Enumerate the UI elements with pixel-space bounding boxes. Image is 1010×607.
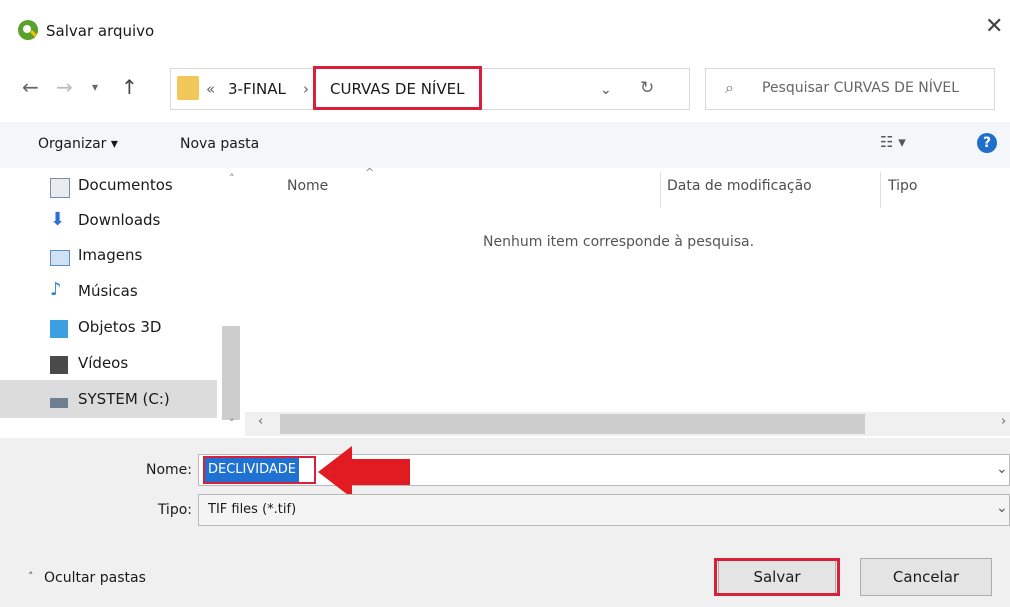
up-arrow-icon[interactable]: ↑	[121, 75, 138, 99]
view-options-icon[interactable]: ☷ ▾	[880, 133, 906, 151]
hide-folders-button[interactable]: Ocultar pastas	[44, 570, 146, 586]
close-icon[interactable]: ✕	[985, 14, 1003, 39]
type-dropdown-icon[interactable]: ⌄	[996, 500, 1008, 516]
horizontal-scrollbar-thumb[interactable]	[280, 414, 865, 434]
sidebar-item-objetos-3d[interactable]: Objetos 3D	[50, 312, 230, 346]
forward-arrow-icon[interactable]: →	[56, 75, 73, 99]
refresh-icon[interactable]: ↻	[640, 78, 654, 98]
file-name-highlight	[203, 456, 316, 484]
new-folder-button[interactable]: Nova pasta	[180, 136, 259, 152]
sidebar-item-system-c[interactable]: SYSTEM (C:)	[50, 384, 230, 418]
cancel-button[interactable]: Cancelar	[860, 558, 992, 596]
address-dropdown-icon[interactable]: ⌄	[600, 82, 612, 98]
documents-icon	[50, 178, 70, 198]
sidebar-item-videos[interactable]: Vídeos	[50, 348, 230, 382]
back-arrow-icon[interactable]: ←	[22, 75, 39, 99]
search-input[interactable]: Pesquisar CURVAS DE NÍVEL	[762, 80, 959, 96]
scroll-left-icon[interactable]: ‹	[258, 414, 263, 429]
breadcrumb-3-final[interactable]: 3-FINAL	[228, 80, 286, 98]
column-header-tipo[interactable]: Tipo	[888, 178, 917, 194]
red-arrow-pointer	[318, 446, 410, 498]
name-label: Nome:	[145, 462, 192, 478]
file-type-select[interactable]	[198, 494, 1010, 526]
scroll-right-icon[interactable]: ›	[1001, 414, 1006, 429]
name-dropdown-icon[interactable]: ⌄	[996, 461, 1008, 477]
organize-button[interactable]: Organizar ▾	[38, 136, 118, 152]
save-button-highlight	[714, 558, 840, 596]
breadcrumb-highlight	[313, 66, 482, 110]
qgis-icon	[18, 20, 38, 40]
column-divider[interactable]	[880, 172, 881, 208]
sidebar-item-downloads[interactable]: ⬇ Downloads	[50, 205, 230, 239]
help-icon[interactable]: ?	[977, 133, 997, 153]
sort-indicator-icon: ^	[365, 166, 375, 179]
drive-icon	[50, 398, 68, 408]
sidebar-item-documentos[interactable]: Documentos	[50, 170, 230, 204]
type-label: Tipo:	[157, 502, 192, 518]
column-header-nome[interactable]: Nome	[287, 178, 328, 194]
search-icon: ⌕	[725, 78, 734, 97]
chevron-up-icon[interactable]: ˄	[28, 570, 34, 583]
downloads-icon: ⬇	[50, 209, 66, 230]
objects-3d-icon	[50, 320, 68, 338]
scroll-down-icon[interactable]: ˅	[229, 417, 235, 430]
folder-icon	[177, 76, 199, 100]
window-title: Salvar arquivo	[46, 22, 155, 40]
chevron-down-icon[interactable]: ▾	[92, 80, 98, 94]
videos-icon	[50, 356, 68, 374]
sidebar-item-musicas[interactable]: ♪ Músicas	[50, 276, 230, 310]
music-icon: ♪	[50, 279, 62, 300]
column-divider[interactable]	[660, 172, 661, 208]
file-type-value: TIF files (*.tif)	[208, 502, 297, 517]
empty-list-message: Nenhum item corresponde à pesquisa.	[483, 234, 755, 250]
images-icon	[50, 250, 70, 266]
breadcrumb-separator: ›	[303, 80, 309, 98]
column-header-data[interactable]: Data de modificação	[667, 178, 812, 194]
breadcrumb-overflow[interactable]: «	[206, 80, 215, 98]
title-bar: Salvar arquivo ✕	[0, 0, 1010, 62]
command-bar	[0, 122, 1010, 168]
sidebar-item-imagens[interactable]: Imagens	[50, 240, 230, 274]
